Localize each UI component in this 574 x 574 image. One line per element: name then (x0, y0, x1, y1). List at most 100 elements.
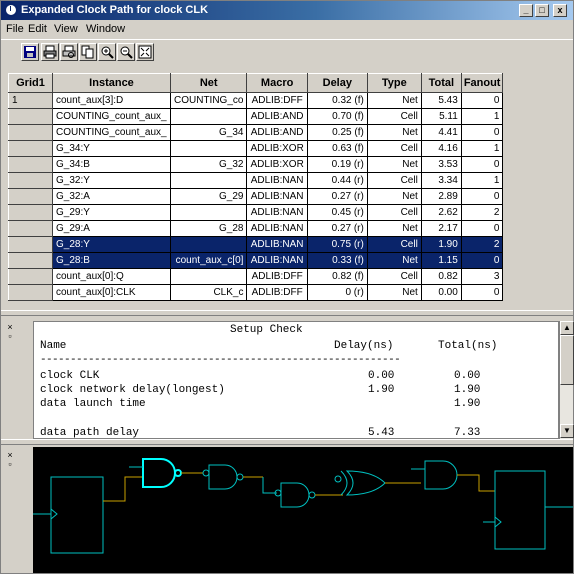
cell-row-header[interactable] (8, 124, 53, 141)
cell-net[interactable] (169, 204, 248, 221)
cell-net[interactable]: COUNTING_co (169, 92, 248, 109)
table-row[interactable]: G_28:Y ADLIB:NAN 0.75 (r) Cell 1.90 2 (8, 236, 504, 253)
cell-instance[interactable]: count_aux[0]:CLK (52, 284, 171, 301)
cell-type[interactable]: Net (366, 252, 422, 269)
cell-instance[interactable]: G_32:A (52, 188, 171, 205)
cell-delay[interactable]: 0.45 (r) (306, 204, 368, 221)
cell-total[interactable]: 4.41 (420, 124, 462, 141)
table-row[interactable]: count_aux[0]:Q ADLIB:DFF 0.82 (f) Cell 0.82 3 (8, 268, 504, 285)
cell-delay[interactable]: 0.27 (r) (306, 188, 368, 205)
zoom-out-button[interactable] (117, 43, 135, 61)
cell-type[interactable]: Cell (366, 204, 422, 221)
cell-macro[interactable]: ADLIB:DFF (246, 268, 308, 285)
cell-type[interactable]: Cell (366, 108, 422, 125)
print-button[interactable] (41, 43, 59, 61)
cell-total[interactable]: 2.89 (420, 188, 462, 205)
cell-instance[interactable]: G_29:Y (52, 204, 171, 221)
table-row[interactable]: G_29:A G_28 ADLIB:NAN 0.27 (r) Net 2.17 0 (8, 220, 504, 237)
cell-row-header[interactable] (8, 252, 53, 269)
cell-row-header[interactable] (8, 172, 53, 189)
zoom-fit-button[interactable] (136, 43, 154, 61)
cell-row-header[interactable] (8, 204, 53, 221)
flipflop-launch[interactable] (50, 476, 104, 554)
cell-instance[interactable]: G_28:B (52, 252, 171, 269)
splitter-top[interactable] (1, 310, 573, 316)
print-preview-button[interactable] (60, 43, 78, 61)
title-bar[interactable]: Expanded Clock Path for clock CLK _ □ x (1, 1, 573, 20)
cell-total[interactable]: 0.82 (420, 268, 462, 285)
cell-type[interactable]: Cell (366, 268, 422, 285)
cell-type[interactable]: Net (366, 188, 422, 205)
cell-instance[interactable]: G_34:B (52, 156, 171, 173)
cell-fanout[interactable]: 0 (460, 124, 504, 141)
cell-type[interactable]: Net (366, 92, 422, 109)
cell-delay[interactable]: 0 (r) (306, 284, 368, 301)
column-header-fanout[interactable]: Fanout (460, 73, 504, 93)
cell-delay[interactable]: 0.19 (r) (306, 156, 368, 173)
cell-row-header[interactable]: 1 (8, 92, 53, 109)
column-header-type[interactable]: Type (366, 73, 422, 93)
cell-net[interactable]: G_34 (169, 124, 248, 141)
cell-instance[interactable]: count_aux[3]:D (52, 92, 171, 109)
save-button[interactable] (21, 43, 39, 61)
cell-net[interactable]: G_32 (169, 156, 248, 173)
table-row[interactable]: COUNTING_count_aux_ G_34 ADLIB:AND 0.25 (f)… (8, 124, 504, 141)
column-header-macro[interactable]: Macro (246, 73, 308, 93)
nand-gate-g29[interactable] (208, 464, 238, 490)
cell-type[interactable]: Cell (366, 172, 422, 189)
setup-check-report[interactable]: Setup Check Name Delay(ns) Total(ns) ---… (33, 321, 559, 439)
cell-macro[interactable]: ADLIB:DFF (246, 284, 308, 301)
scroll-down-arrow-icon[interactable]: ▼ (560, 424, 574, 438)
table-row[interactable]: G_28:B count_aux_c[0] ADLIB:NAN 0.33 (f) Net… (8, 252, 504, 269)
scroll-up-arrow-icon[interactable]: ▲ (560, 321, 574, 335)
flipflop-capture[interactable] (494, 470, 546, 550)
cell-row-header[interactable] (8, 284, 53, 301)
cell-delay[interactable]: 0.63 (f) (306, 140, 368, 157)
table-row[interactable]: G_32:Y ADLIB:NAN 0.44 (r) Cell 3.34 1 (8, 172, 504, 189)
cell-instance[interactable]: G_29:A (52, 220, 171, 237)
cell-macro[interactable]: ADLIB:NAN (246, 220, 308, 237)
cell-row-header[interactable] (8, 140, 53, 157)
cell-row-header[interactable] (8, 268, 53, 285)
cell-fanout[interactable]: 3 (460, 268, 504, 285)
cell-macro[interactable]: ADLIB:AND (246, 108, 308, 125)
cell-macro[interactable]: ADLIB:NAN (246, 252, 308, 269)
cell-delay[interactable]: 0.82 (f) (306, 268, 368, 285)
splitter-bottom[interactable] (1, 439, 573, 445)
cell-net[interactable] (169, 140, 248, 157)
cell-instance[interactable]: COUNTING_count_aux_ (52, 108, 171, 125)
cell-total[interactable]: 3.34 (420, 172, 462, 189)
cell-row-header[interactable] (8, 236, 53, 253)
cell-net[interactable]: G_28 (169, 220, 248, 237)
cell-net[interactable] (169, 172, 248, 189)
zoom-in-button[interactable] (98, 43, 116, 61)
cell-macro[interactable]: ADLIB:DFF (246, 92, 308, 109)
cell-delay[interactable]: 0.75 (r) (306, 236, 368, 253)
table-row[interactable]: COUNTING_count_aux_ ADLIB:AND 0.70 (f) Cell… (8, 108, 504, 125)
cell-row-header[interactable] (8, 220, 53, 237)
cell-macro[interactable]: ADLIB:NAN (246, 204, 308, 221)
cell-instance[interactable]: G_34:Y (52, 140, 171, 157)
cell-total[interactable]: 4.16 (420, 140, 462, 157)
cell-row-header[interactable] (8, 156, 53, 173)
cell-fanout[interactable]: 2 (460, 204, 504, 221)
cell-fanout[interactable]: 0 (460, 188, 504, 205)
cell-fanout[interactable]: 1 (460, 172, 504, 189)
cell-delay[interactable]: 0.27 (r) (306, 220, 368, 237)
cell-total[interactable]: 5.11 (420, 108, 462, 125)
cell-net[interactable] (169, 108, 248, 125)
table-row[interactable]: count_aux[0]:CLK CLK_c ADLIB:DFF 0 (r) Net 0.… (8, 284, 504, 301)
cell-net[interactable] (169, 236, 248, 253)
cell-net[interactable]: G_29 (169, 188, 248, 205)
column-header-total[interactable]: Total (420, 73, 462, 93)
cell-fanout[interactable]: 1 (460, 140, 504, 157)
cell-macro[interactable]: ADLIB:NAN (246, 188, 308, 205)
cell-fanout[interactable]: 0 (460, 92, 504, 109)
cell-delay[interactable]: 0.70 (f) (306, 108, 368, 125)
report-scrollbar[interactable]: ▲ ▼ (559, 321, 574, 439)
copy-button[interactable] (79, 43, 97, 61)
cell-net[interactable] (169, 268, 248, 285)
column-header-net[interactable]: Net (169, 73, 248, 93)
cell-fanout[interactable]: 1 (460, 108, 504, 125)
cell-type[interactable]: Cell (366, 236, 422, 253)
